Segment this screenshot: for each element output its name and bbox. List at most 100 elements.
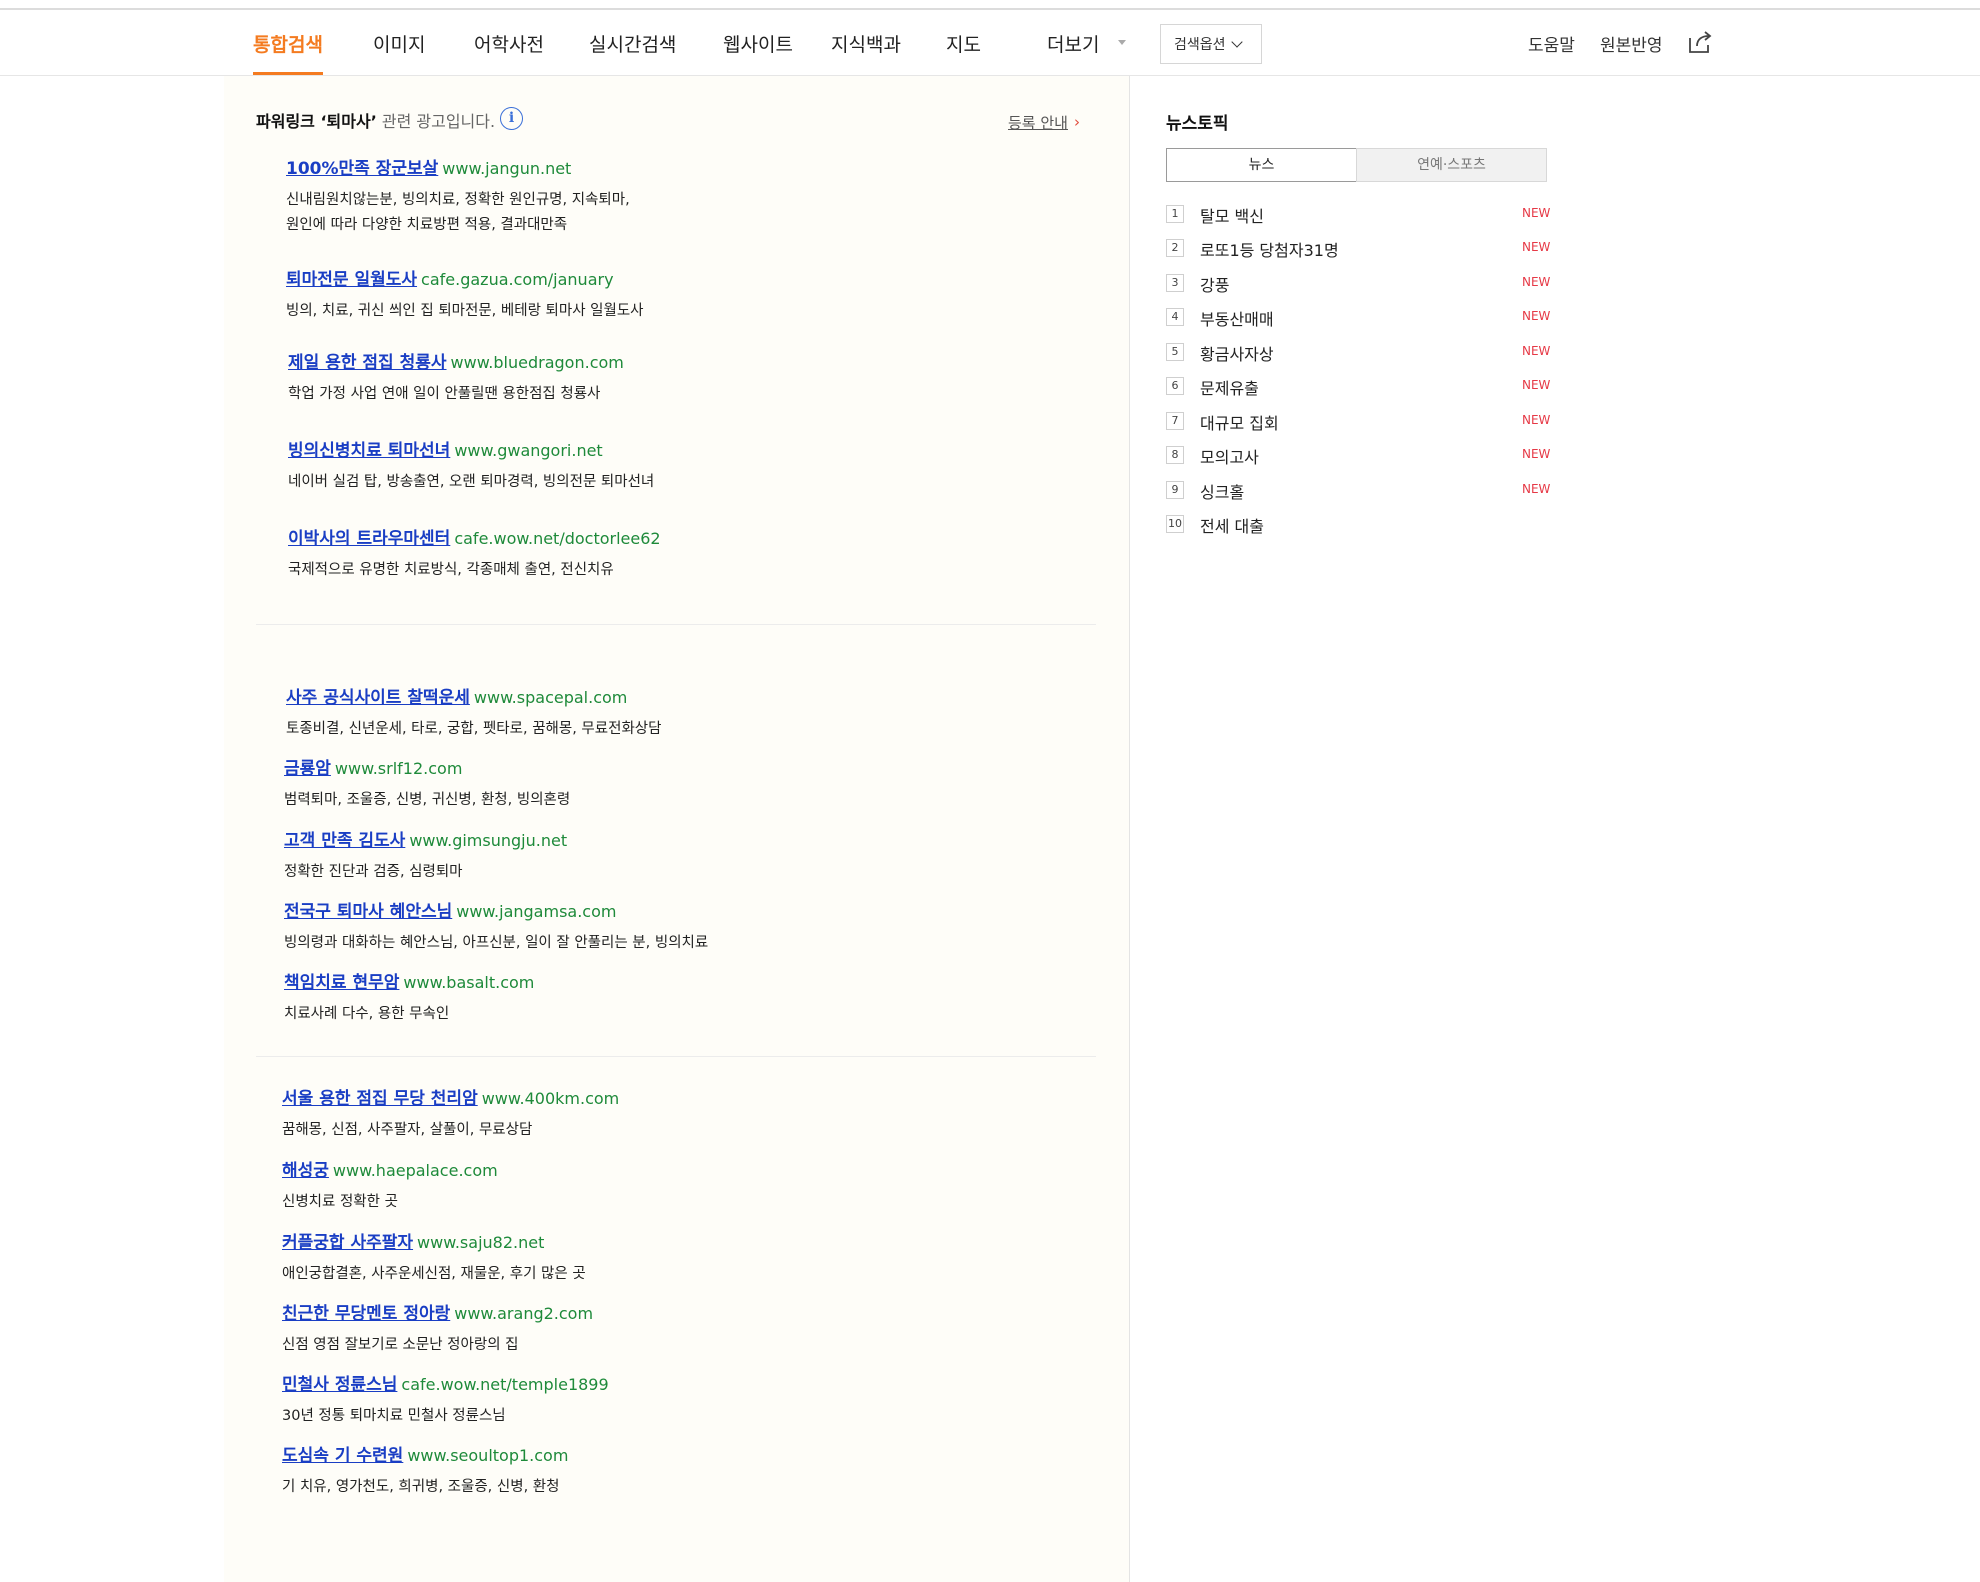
ad-url: www.saju82.net (417, 1233, 545, 1252)
ad-description: 꿈해몽, 신점, 사주팔자, 살풀이, 무료상담 (282, 1122, 533, 1138)
news-keyword: 문제유출 (1200, 379, 1259, 398)
ad-item: 도심속 기 수련원 www.seoultop1.com 기 치유, 영가천도, 희… (282, 1441, 568, 1500)
news-topic-item[interactable]: 2 로또1등 당첨자31명 NEW (1166, 237, 1556, 261)
ad-item: 서울 용한 점집 무당 천리암 www.400km.com 꿈해몽, 신점, 사주… (282, 1084, 619, 1143)
news-topic-item[interactable]: 10 전세 대출 (1166, 513, 1556, 537)
ad-url: www.spacepal.com (473, 688, 628, 707)
top-border (0, 0, 1980, 10)
ad-item: 친근한 무당멘토 정아랑 www.arang2.com 신점 영점 잘보기로 소문… (282, 1299, 593, 1358)
search-options-label: 검색옵션 (1174, 37, 1226, 53)
ad-description: 신병치료 정확한 곳 (282, 1194, 398, 1210)
ad-url: www.basalt.com (403, 973, 535, 992)
ad-url: www.gwangori.net (454, 441, 603, 460)
tab-image[interactable]: 이미지 (373, 30, 425, 57)
news-topic-item[interactable]: 7 대규모 집회 NEW (1166, 410, 1556, 434)
ad-title[interactable]: 커플궁합 사주팔자 (282, 1233, 413, 1253)
news-keyword: 황금사자상 (1200, 345, 1274, 364)
ad-title[interactable]: 고객 만족 김도사 (284, 831, 405, 851)
divider (256, 1056, 1096, 1057)
news-topic-item[interactable]: 5 황금사자상 NEW (1166, 341, 1556, 365)
ad-description: 빙의, 치료, 귀신 씌인 집 퇴마전문, 베테랑 퇴마사 일월도사 (286, 303, 644, 319)
ad-title[interactable]: 친근한 무당멘토 정아랑 (282, 1304, 450, 1324)
divider (256, 624, 1096, 625)
rank-badge: 6 (1166, 377, 1184, 395)
tab-news[interactable]: 뉴스 (1166, 148, 1357, 182)
ad-description: 네이버 실검 탑, 방송출연, 오랜 퇴마경력, 빙의전문 퇴마선녀 (288, 474, 655, 490)
news-topic-item[interactable]: 4 부동산매매 NEW (1166, 306, 1556, 330)
feedback-link[interactable]: 원본반영 (1600, 31, 1663, 56)
news-keyword: 부동산매매 (1200, 310, 1274, 329)
ad-item: 책임치료 현무암 www.basalt.com 치료사례 다수, 용한 무속인 (284, 968, 534, 1027)
ad-description: 국제적으로 유명한 치료방식, 각종매체 출연, 전신치유 (288, 562, 614, 578)
ad-url: www.seoultop1.com (407, 1446, 569, 1465)
news-topic-item[interactable]: 1 탈모 백신 NEW (1166, 203, 1556, 227)
powerlink-header: 파워링크 ‘퇴마사’ 관련 광고입니다. (256, 108, 495, 132)
ad-url: www.jangamsa.com (456, 902, 617, 921)
register-guide-link[interactable]: 등록 안내 (1008, 112, 1068, 133)
new-badge: NEW (1522, 206, 1551, 220)
tab-realtime-search[interactable]: 실시간검색 (589, 30, 676, 57)
tab-more[interactable]: 더보기 (1047, 30, 1099, 57)
tab-encyclopedia[interactable]: 지식백과 (831, 30, 901, 57)
ad-title[interactable]: 빙의신병치료 퇴마선녀 (288, 441, 450, 461)
ad-url: www.gimsungju.net (409, 831, 568, 850)
ad-description-line: 원인에 따라 다양한 치료방편 적용, 결과대만족 (286, 217, 568, 233)
ad-url: cafe.gazua.com/january (421, 270, 614, 289)
news-keyword: 탈모 백신 (1200, 207, 1264, 226)
news-keyword: 강풍 (1200, 276, 1230, 295)
ad-description-line: 신내림원치않는분, 빙의치료, 정확한 원인규명, 지속퇴마, (286, 192, 630, 208)
news-topic-item[interactable]: 6 문제유출 NEW (1166, 375, 1556, 399)
ad-url: cafe.wow.net/doctorlee62 (454, 529, 661, 548)
ad-title[interactable]: 책임치료 현무암 (284, 973, 399, 993)
news-topic-item[interactable]: 9 싱크홀 NEW (1166, 479, 1556, 503)
powerlink-header-sub: 관련 광고입니다. (381, 112, 496, 131)
ad-description: 기 치유, 영가천도, 희귀병, 조울증, 신병, 환청 (282, 1479, 560, 1495)
ad-item: 이박사의 트라우마센터 cafe.wow.net/doctorlee62 국제적으… (288, 524, 661, 583)
tab-entertainment-sports[interactable]: 연예·스포츠 (1356, 148, 1547, 182)
tab-map[interactable]: 지도 (946, 30, 981, 57)
news-keyword: 싱크홀 (1200, 483, 1245, 502)
new-badge: NEW (1522, 482, 1551, 496)
tab-website[interactable]: 웹사이트 (723, 30, 793, 57)
info-icon[interactable]: i (500, 107, 523, 130)
ad-title[interactable]: 금룡암 (284, 759, 331, 779)
ad-description: 애인궁합결혼, 사주운세신점, 재물운, 후기 많은 곳 (282, 1266, 586, 1282)
ad-title[interactable]: 전국구 퇴마사 혜안스님 (284, 902, 452, 922)
ad-title[interactable]: 이박사의 트라우마센터 (288, 529, 450, 549)
rank-badge: 5 (1166, 343, 1184, 361)
news-keyword: 로또1등 당첨자31명 (1200, 241, 1339, 260)
rank-badge: 2 (1166, 239, 1184, 257)
new-badge: NEW (1522, 275, 1551, 289)
new-badge: NEW (1522, 447, 1551, 461)
caret-down-icon[interactable] (1118, 40, 1126, 45)
ad-url: www.srlf12.com (334, 759, 463, 778)
ad-url: www.jangun.net (442, 159, 572, 178)
ad-title[interactable]: 서울 용한 점집 무당 천리암 (282, 1089, 478, 1109)
tab-integrated-search[interactable]: 통합검색 (253, 30, 323, 75)
help-link[interactable]: 도움말 (1528, 31, 1575, 56)
ad-title[interactable]: 민철사 정륜스님 (282, 1375, 397, 1395)
news-keyword: 대규모 집회 (1200, 414, 1279, 433)
ad-url: www.bluedragon.com (450, 353, 624, 372)
ad-url: cafe.wow.net/temple1899 (401, 1375, 609, 1394)
share-icon[interactable] (1688, 30, 1714, 54)
ad-item: 퇴마전문 일월도사 cafe.gazua.com/january 빙의, 치료, … (286, 265, 644, 324)
ad-title[interactable]: 퇴마전문 일월도사 (286, 270, 417, 290)
news-topic-item[interactable]: 3 강풍 NEW (1166, 272, 1556, 296)
ad-item: 전국구 퇴마사 혜안스님 www.jangamsa.com 빙의령과 대화하는 혜… (284, 897, 708, 956)
chevron-right-icon: › (1074, 113, 1080, 131)
ad-item: 제일 용한 점집 청룡사 www.bluedragon.com 학업 가정 사업 … (288, 348, 624, 407)
ad-description: 신점 영점 잘보기로 소문난 정아랑의 집 (282, 1337, 519, 1353)
search-options-dropdown[interactable]: 검색옵션 (1160, 24, 1262, 64)
ad-title[interactable]: 도심속 기 수련원 (282, 1446, 403, 1466)
ad-item: 민철사 정륜스님 cafe.wow.net/temple1899 30년 정통 퇴… (282, 1370, 609, 1429)
ad-item: 해성궁 www.haepalace.com 신병치료 정확한 곳 (282, 1156, 498, 1215)
ad-title[interactable]: 제일 용한 점집 청룡사 (288, 353, 447, 373)
tab-dictionary[interactable]: 어학사전 (474, 30, 544, 57)
news-keyword: 모의고사 (1200, 448, 1259, 467)
ad-title[interactable]: 해성궁 (282, 1161, 329, 1181)
ad-title[interactable]: 사주 공식사이트 찰떡운세 (286, 688, 470, 708)
news-topic-item[interactable]: 8 모의고사 NEW (1166, 444, 1556, 468)
ad-item: 금룡암 www.srlf12.com 범력퇴마, 조울증, 신병, 귀신병, 환청… (284, 754, 570, 813)
ad-title[interactable]: 100%만족 장군보살 (286, 159, 438, 179)
